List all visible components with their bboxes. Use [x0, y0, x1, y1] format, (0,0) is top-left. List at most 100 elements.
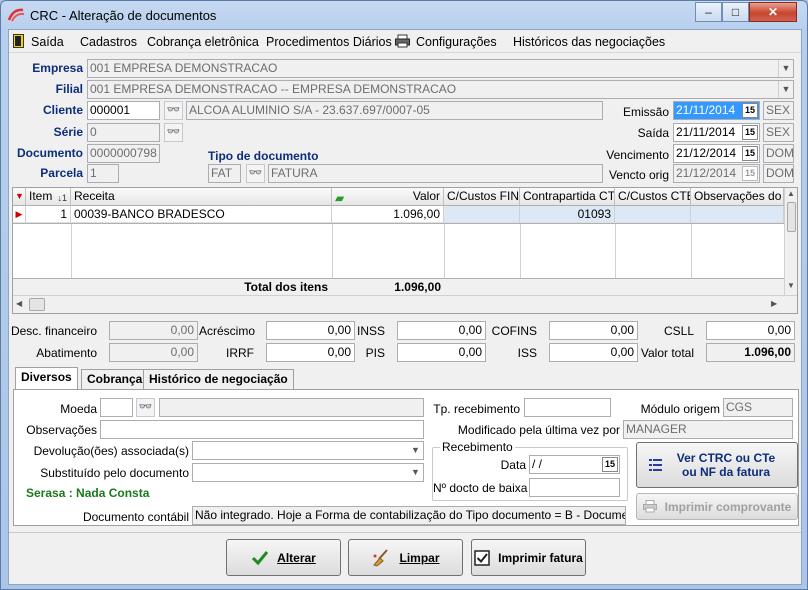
col-header-ccctb[interactable]: C/Custos CTB — [615, 188, 691, 206]
total-items-value: 1.096,00 — [394, 280, 441, 294]
chevron-down-icon: ▼ — [408, 442, 423, 459]
desc-financeiro-input[interactable]: 0,00 — [109, 321, 198, 340]
scroll-up-icon[interactable]: ▲ — [787, 189, 795, 198]
moeda-input[interactable] — [100, 398, 133, 417]
cliente-label: Cliente — [42, 103, 83, 117]
sort-down-icon: ▼ — [15, 191, 24, 201]
binoculars-icon[interactable]: 👓 — [246, 164, 265, 183]
data-label: Data — [500, 458, 526, 472]
devolucao-select[interactable]: ▼ — [192, 441, 424, 460]
crc-logo-icon — [7, 8, 25, 22]
menu-procedimentos[interactable]: Procedimentos Diários — [266, 35, 392, 49]
cell-ccctb[interactable] — [615, 206, 691, 223]
acrescimo-input[interactable]: 0,00 — [266, 321, 355, 340]
abatimento-label: Abatimento — [36, 346, 97, 360]
empresa-label: Empresa — [32, 61, 83, 75]
tipo-code-input[interactable]: FAT — [208, 164, 241, 183]
scroll-thumb[interactable] — [787, 202, 796, 232]
parcela-input[interactable]: 1 — [87, 164, 119, 183]
serie-input[interactable]: 0 — [87, 123, 160, 142]
col-header-item[interactable]: Item ↓1 — [26, 188, 71, 206]
cell-item[interactable]: 1 — [26, 206, 71, 223]
cofins-label: COFINS — [491, 324, 537, 338]
col-header-ccfin[interactable]: C/Custos FIN — [444, 188, 520, 206]
grid-horizontal-scrollbar[interactable]: ◀ ▶ — [13, 295, 797, 313]
vencimento-label: Vencimento — [606, 148, 669, 162]
tab-historico[interactable]: Histórico de negociação — [143, 369, 294, 390]
alterar-button[interactable]: Alterar — [226, 539, 341, 576]
calendar-icon[interactable]: 15 — [742, 103, 758, 118]
calendar-icon[interactable]: 15 — [602, 457, 618, 472]
parcela-label: Parcela — [40, 166, 83, 180]
pis-label: PIS — [365, 346, 385, 360]
items-grid[interactable]: ▼ Item ↓1 Receita ▰ Valor C/Custos FIN Con… — [12, 187, 798, 314]
sort-icon: ↓1 — [57, 193, 67, 203]
cell-valor[interactable]: 1.096,00 — [332, 206, 444, 223]
substituido-select[interactable]: ▼ — [192, 463, 424, 482]
csll-input[interactable]: 0,00 — [706, 321, 795, 340]
limpar-button[interactable]: Limpar — [348, 539, 463, 576]
ver-ctrc-button[interactable]: Ver CTRC ou CTe ou NF da fatura — [636, 442, 798, 488]
scroll-thumb[interactable] — [29, 298, 45, 311]
pis-input[interactable]: 0,00 — [397, 343, 486, 362]
modulo-origem-field: CGS — [723, 398, 793, 417]
calendar-icon: 15 — [742, 166, 758, 181]
tab-diversos[interactable]: Diversos — [15, 367, 78, 390]
serie-label: Série — [53, 125, 83, 139]
imprimir-comprovante-button[interactable]: Imprimir comprovante — [636, 493, 798, 520]
binoculars-icon[interactable]: 👓 — [164, 123, 183, 142]
cliente-code-input[interactable]: 000001 — [87, 101, 160, 120]
col-header-receita[interactable]: Receita — [71, 188, 332, 206]
observacoes-input[interactable] — [100, 420, 424, 439]
vencto-orig-date-input[interactable]: 21/12/2014 15 — [673, 164, 760, 183]
saida-date-input[interactable]: 21/11/2014 15 — [673, 123, 760, 142]
data-input[interactable]: / /15 — [529, 455, 620, 474]
menu-cobranca[interactable]: Cobrança eletrônica — [147, 35, 259, 49]
iss-input[interactable]: 0,00 — [549, 343, 638, 362]
cell-receita[interactable]: 00039-BANCO BRADESCO — [71, 206, 332, 223]
row-divider — [13, 223, 784, 224]
cell-contrapartida[interactable]: 01093 — [520, 206, 615, 223]
inss-input[interactable]: 0,00 — [397, 321, 486, 340]
chevron-down-icon: ▼ — [778, 81, 793, 98]
tab-cobranca[interactable]: Cobrança — [81, 369, 149, 390]
binoculars-icon[interactable]: 👓 — [164, 101, 183, 120]
menu-cadastros[interactable]: Cadastros — [80, 35, 137, 49]
substituido-label: Substituído pelo documento — [40, 466, 189, 480]
minimize-button[interactable]: – — [695, 2, 722, 22]
recebimento-group: Recebimento Data / /15 Nº docto de baixa — [432, 440, 628, 501]
iss-label: ISS — [517, 346, 537, 360]
cell-obs[interactable] — [691, 206, 784, 223]
menu-historicos[interactable]: Históricos das negociações — [513, 35, 665, 49]
calendar-icon[interactable]: 15 — [742, 146, 758, 161]
grid-vertical-scrollbar[interactable]: ▲ ▼ — [784, 188, 797, 295]
imprimir-fatura-button[interactable]: Imprimir fatura — [471, 539, 586, 576]
vencimento-date-input[interactable]: 21/12/2014 15 — [673, 144, 760, 163]
binoculars-icon[interactable]: 👓 — [136, 398, 155, 417]
row-pointer-icon: ▶ — [13, 206, 26, 223]
col-header-valor[interactable]: ▰ Valor — [332, 188, 444, 206]
cell-ccfin[interactable] — [444, 206, 520, 223]
scroll-down-icon[interactable]: ▼ — [787, 281, 795, 290]
col-header-obs[interactable]: Observações do ite — [691, 188, 784, 206]
empresa-select[interactable]: 001 EMPRESA DEMONSTRACAO ▼ — [87, 59, 794, 78]
ndocto-baixa-input[interactable] — [529, 478, 620, 497]
tab-panel-diversos: Moeda 👓 Observações Devolução(ões) assoc… — [13, 389, 799, 526]
documento-input[interactable]: 0000000798 — [87, 144, 160, 163]
emissao-date-input[interactable]: 21/11/2014 15 — [673, 101, 760, 120]
scroll-right-icon[interactable]: ▶ — [771, 299, 777, 308]
menu-saida[interactable]: Saída — [31, 35, 64, 49]
grid-footer: Total dos itens 1.096,00 — [13, 278, 784, 295]
scroll-left-icon[interactable]: ◀ — [16, 299, 22, 308]
calendar-icon[interactable]: 15 — [742, 125, 758, 140]
close-button[interactable]: ✕ — [749, 2, 797, 22]
tp-recebimento-input[interactable] — [524, 398, 611, 417]
exit-door-icon — [13, 34, 24, 48]
col-header-contrapartida[interactable]: Contrapartida CTB — [520, 188, 615, 206]
menu-configuracoes[interactable]: Configurações — [416, 35, 497, 49]
maximize-button[interactable]: □ — [722, 2, 749, 22]
irrf-input[interactable]: 0,00 — [266, 343, 355, 362]
filial-select[interactable]: 001 EMPRESA DEMONSTRACAO -- EMPRESA DEMO… — [87, 80, 794, 99]
cofins-input[interactable]: 0,00 — [549, 321, 638, 340]
abatimento-input[interactable]: 0,00 — [109, 343, 198, 362]
